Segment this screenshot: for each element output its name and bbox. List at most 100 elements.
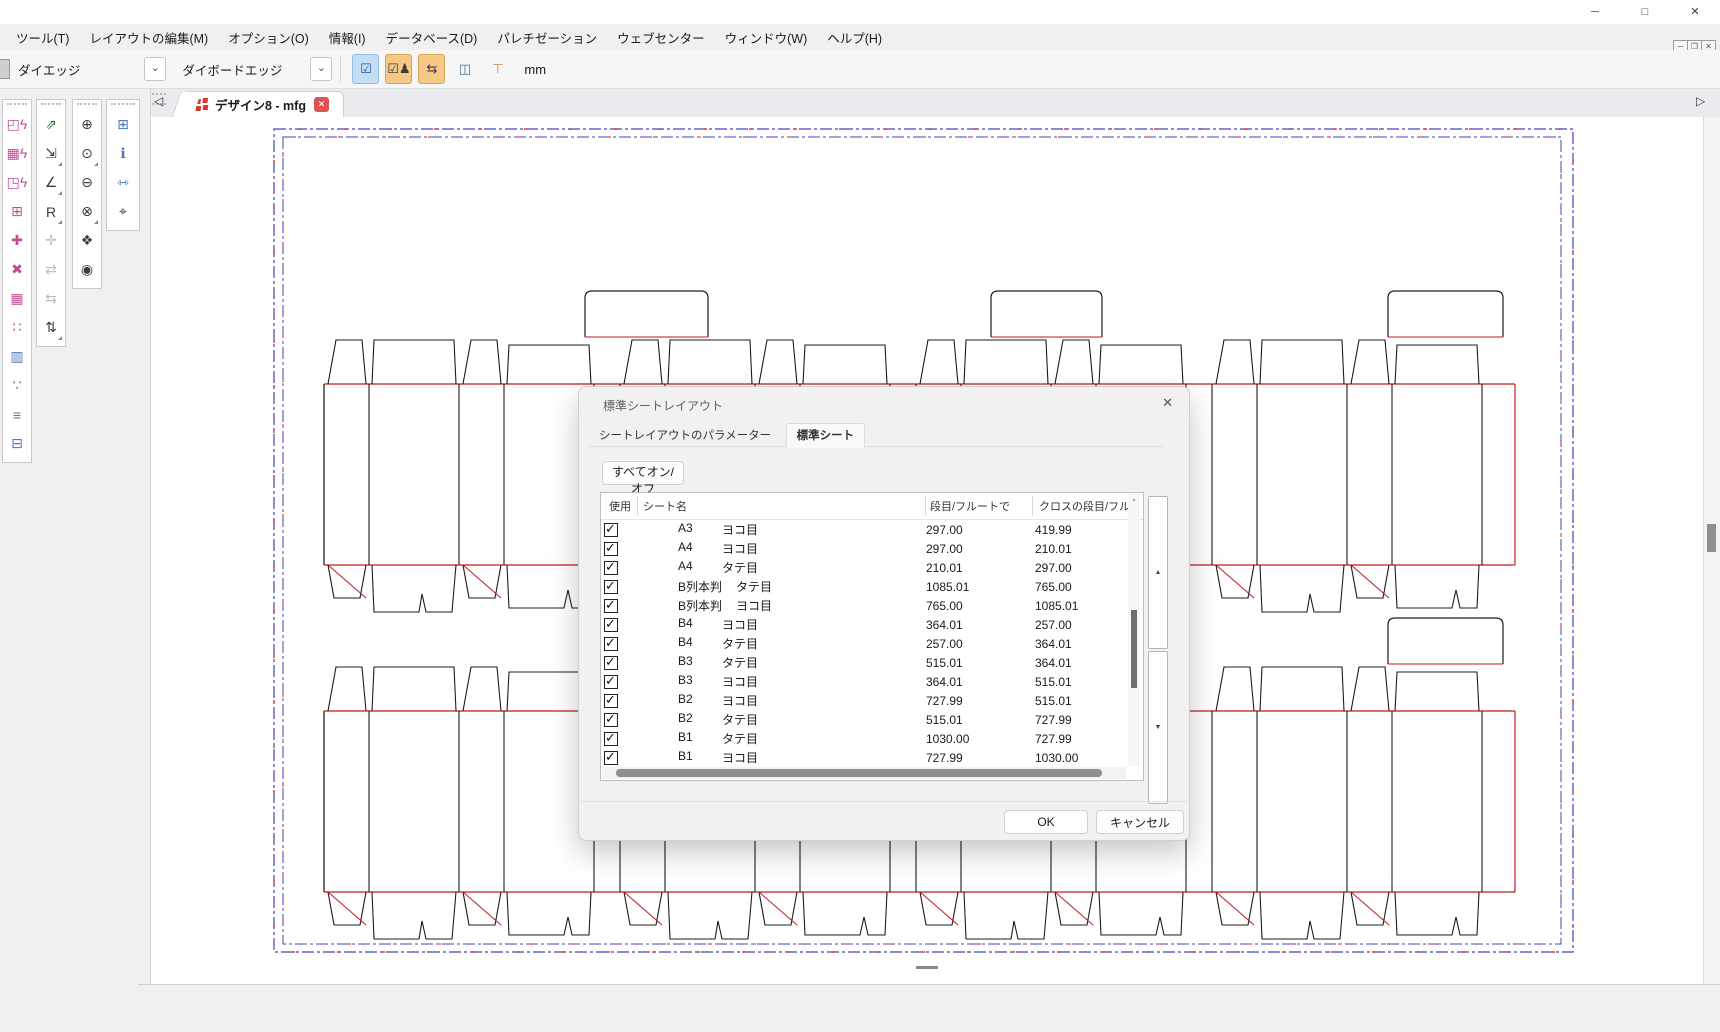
table-row[interactable]: ✓B列本判ヨコ目765.001085.01 <box>601 596 1143 615</box>
strike-lines-icon[interactable]: ≡ <box>5 401 29 428</box>
table-row[interactable]: ✓B4ヨコ目364.01257.00 <box>601 615 1143 634</box>
user-checklist-icon[interactable]: ☑♟ <box>385 54 412 84</box>
zoom-scale-icon[interactable]: ⊗ <box>75 198 99 225</box>
table-row[interactable]: ✓A4ヨコ目297.00210.01 <box>601 539 1143 558</box>
menu-item-1[interactable]: ツール(T) <box>6 28 79 47</box>
row-checkbox[interactable]: ✓ <box>604 561 618 575</box>
move-icon[interactable]: ✛ <box>39 227 63 254</box>
standard-sheet-layout-dialog: 標準シートレイアウト ✕ シートレイアウトのパラメーター 標準シート すべてオン… <box>578 386 1190 841</box>
scroll-down-button[interactable]: ▼ <box>1148 651 1168 804</box>
blank-info-icon[interactable]: ℹ <box>111 140 135 167</box>
dieboard-edge-combo-arrow[interactable]: ⌄ <box>310 57 332 81</box>
measure-radius-icon[interactable]: R <box>39 198 63 225</box>
row-checkbox[interactable]: ✓ <box>604 751 618 765</box>
measure-distance-icon[interactable]: ⇲ <box>39 140 63 167</box>
zoom-center-icon[interactable]: ⊙ <box>75 140 99 167</box>
table-row[interactable]: ✓B2タテ目515.01727.99 <box>601 710 1143 729</box>
position-target-icon[interactable]: ⌖ <box>111 198 135 225</box>
menu-item-7[interactable]: ウェブセンター <box>607 28 715 47</box>
tab-scroll-right-icon[interactable]: ▷ <box>1696 94 1705 108</box>
row-checkbox[interactable]: ✓ <box>604 713 618 727</box>
canvas-vertical-scrollbar[interactable] <box>1703 117 1720 984</box>
table-row[interactable]: ✓A3ヨコ目297.00419.99 <box>601 520 1143 539</box>
dialog-close-icon[interactable]: ✕ <box>1162 395 1173 411</box>
add-station-icon[interactable]: ✚ <box>5 227 29 254</box>
window-maximize-button[interactable]: □ <box>1628 3 1662 21</box>
menu-item-6[interactable]: パレチゼーション <box>487 28 607 47</box>
copy-to-layout-icon[interactable]: ⊞ <box>111 111 135 138</box>
die-shape-lightning-icon[interactable]: ◰ϟ <box>5 111 29 138</box>
menu-item-5[interactable]: データベース(D) <box>376 28 488 47</box>
menu-item-4[interactable]: 情報(I) <box>319 28 376 47</box>
table-row[interactable]: ✓B1タテ目1030.00727.99 <box>601 729 1143 748</box>
die-edge-lightning-icon[interactable]: ◳ϟ <box>5 169 29 196</box>
move-copy-icon[interactable]: ⇄ <box>39 256 63 283</box>
document-tab[interactable]: デザイン8 - mfg ✕ <box>184 91 344 117</box>
canvas-drag-handle[interactable] <box>916 966 938 969</box>
station-holes-icon[interactable]: ∷ <box>5 314 29 341</box>
row-checkbox[interactable]: ✓ <box>604 542 618 556</box>
die-holes-lightning-icon[interactable]: ▦ϟ <box>5 140 29 167</box>
zoom-in-icon[interactable]: ⊕ <box>75 111 99 138</box>
table-row[interactable]: ✓B列本判タテ目1085.01765.00 <box>601 577 1143 596</box>
table-horizontal-scrollbar[interactable] <box>602 767 1126 779</box>
sheet-checklist-icon[interactable]: ☑ <box>352 54 379 84</box>
row-checkbox[interactable]: ✓ <box>604 675 618 689</box>
table-row[interactable]: ✓B3タテ目515.01364.01 <box>601 653 1143 672</box>
flyout-corner-icon <box>58 220 62 224</box>
ok-button[interactable]: OK <box>1004 810 1088 834</box>
station-grid-icon[interactable]: ▦ <box>5 285 29 312</box>
table-vscroll-thumb[interactable] <box>1131 610 1137 688</box>
window-close-button[interactable]: ✕ <box>1678 3 1712 21</box>
table-row[interactable]: ✓B4タテ目257.00364.01 <box>601 634 1143 653</box>
flat-panel-icon[interactable]: ⊟ <box>5 430 29 457</box>
move-lightning-icon[interactable]: ⇅ <box>39 314 63 341</box>
table-row[interactable]: ✓B1ヨコ目727.991030.00 <box>601 748 1143 767</box>
add-station-dashed-icon[interactable]: ⊞ <box>5 198 29 225</box>
row-checkbox[interactable]: ✓ <box>604 599 618 613</box>
direction-swap-icon[interactable]: ⇆ <box>418 54 445 84</box>
remove-station-icon[interactable]: ✖ <box>5 256 29 283</box>
cancel-button[interactable]: キャンセル <box>1096 810 1184 834</box>
row-checkbox[interactable]: ✓ <box>604 732 618 746</box>
preview-eye-icon[interactable]: ◉ <box>75 256 99 283</box>
row-checkbox[interactable]: ✓ <box>604 694 618 708</box>
blank-width-icon[interactable]: ⇿ <box>111 169 135 196</box>
window-minimize-button[interactable]: ─ <box>1578 3 1612 21</box>
tab-standard-sheets[interactable]: 標準シート <box>786 423 866 448</box>
die-edge-combo-arrow[interactable]: ⌄ <box>144 57 166 81</box>
measure-angle-icon[interactable]: ∠ <box>39 169 63 196</box>
table-row[interactable]: ✓B2ヨコ目727.99515.01 <box>601 691 1143 710</box>
row-checkbox[interactable]: ✓ <box>604 523 618 537</box>
table-row[interactable]: ✓A4タテ目210.01297.00 <box>601 558 1143 577</box>
table-hscroll-thumb[interactable] <box>616 769 1102 777</box>
row-checkbox[interactable]: ✓ <box>604 580 618 594</box>
row-checkbox[interactable]: ✓ <box>604 656 618 670</box>
table-row[interactable]: ✓B3ヨコ目364.01515.01 <box>601 672 1143 691</box>
scroll-up-button[interactable]: ▲ <box>1148 496 1168 649</box>
grain-cross-value: 297.00 <box>1035 561 1135 575</box>
row-checkbox[interactable]: ✓ <box>604 637 618 651</box>
tab-scroll-left-icon[interactable]: ◁ <box>154 94 163 108</box>
menu-item-2[interactable]: レイアウトの編集(M) <box>79 28 218 47</box>
menu-item-3[interactable]: オプション(O) <box>218 28 319 47</box>
document-tab-close-button[interactable]: ✕ <box>314 97 329 112</box>
grain-along-value: 210.01 <box>926 561 1035 575</box>
pin-tool-icon[interactable]: ⊤ <box>484 54 511 84</box>
measure-time-icon[interactable]: ⇗ <box>39 111 63 138</box>
dieboard-edge-combo-value[interactable]: ダイボードエッジ <box>182 60 282 79</box>
zoom-out-icon[interactable]: ⊖ <box>75 169 99 196</box>
bridge-holes-icon[interactable]: ∵ <box>5 372 29 399</box>
die-edge-combo-value[interactable]: ダイエッジ <box>18 60 80 79</box>
menu-item-8[interactable]: ウィンドウ(W) <box>715 28 818 47</box>
row-checkbox[interactable]: ✓ <box>604 618 618 632</box>
canvas-scrollbar-thumb[interactable] <box>1707 524 1716 552</box>
tab-sheet-layout-parameters[interactable]: シートレイアウトのパラメーター <box>589 424 781 447</box>
bridge-tool-icon[interactable]: ◫ <box>451 54 478 84</box>
bridge-film-icon[interactable]: ▥ <box>5 343 29 370</box>
pan-hand-icon[interactable]: ❖ <box>75 227 99 254</box>
toggle-all-button[interactable]: すべてオン/オフ <box>602 461 684 485</box>
menu-item-9[interactable]: ヘルプ(H) <box>817 28 892 47</box>
table-vertical-scrollbar[interactable]: ▴ <box>1128 494 1140 766</box>
move-mirror-icon[interactable]: ⇆ <box>39 285 63 312</box>
